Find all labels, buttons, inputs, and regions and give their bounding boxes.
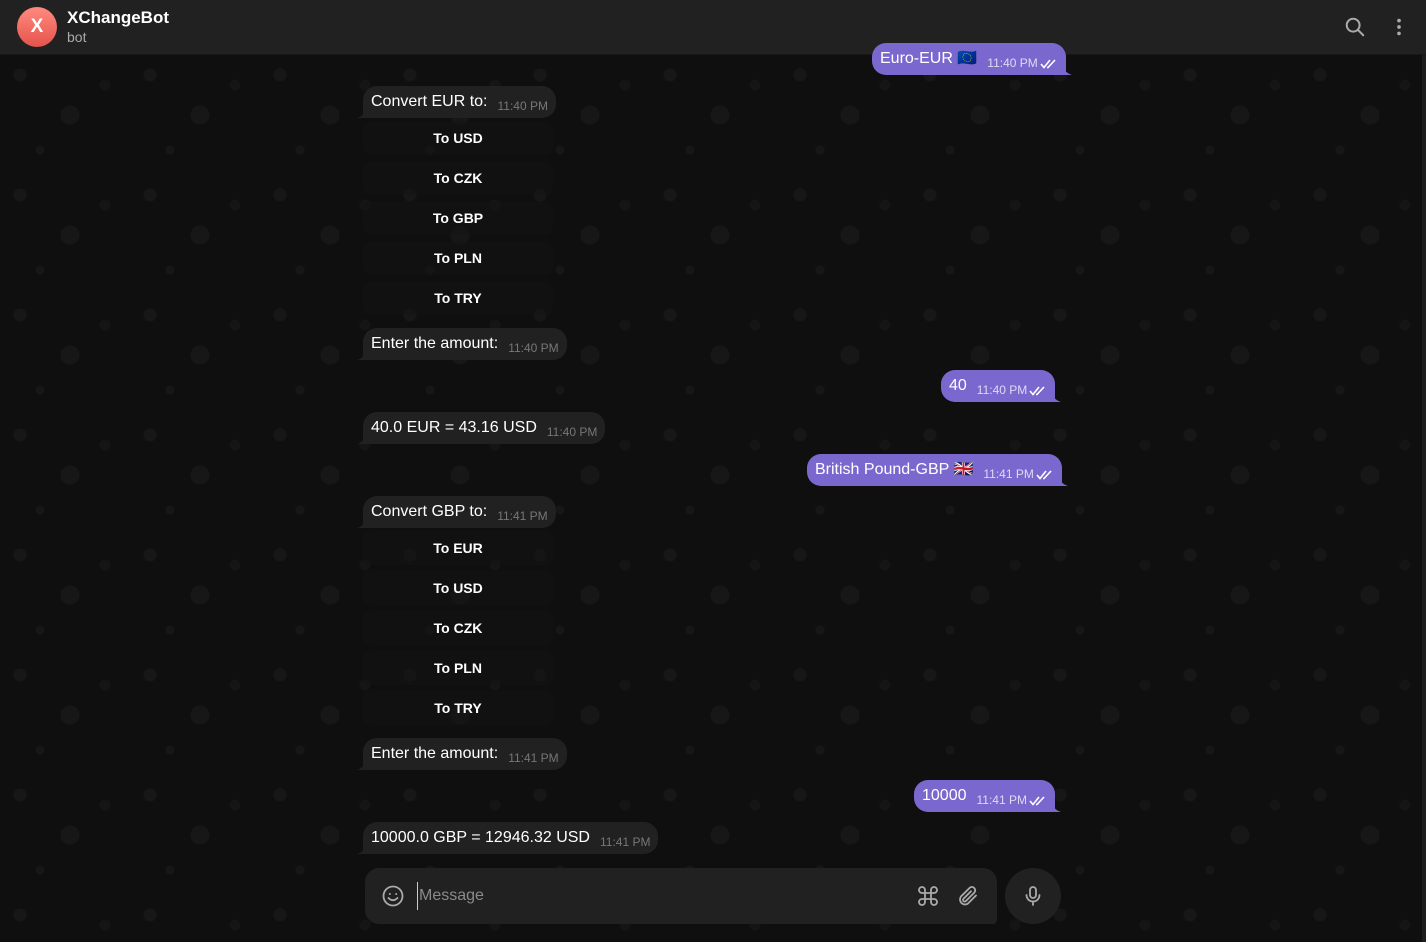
message-outgoing[interactable]: 40 11:40 PM [941,370,1062,402]
message-outgoing[interactable]: 10000 11:41 PM [914,780,1061,812]
microphone-button[interactable] [1005,868,1061,924]
chat-title[interactable]: XChangeBot [67,8,169,28]
keyboard-button[interactable]: To EUR [363,531,553,565]
more-vertical-icon[interactable] [1386,14,1412,40]
keyboard-button[interactable]: To TRY [363,691,553,725]
bubble-tail [1050,802,1061,812]
read-checks-icon [1040,59,1056,69]
keyboard-button[interactable]: To GBP [363,201,553,235]
chat-header: X XChangeBot bot [0,0,1426,55]
keyboard-button[interactable]: To USD [363,121,553,155]
bubble-tail [1061,65,1072,75]
message-incoming[interactable]: Convert EUR to: 11:40 PM [357,86,556,118]
keyboard-button[interactable]: To CZK [363,611,553,645]
keyboard-button[interactable]: To PLN [363,651,553,685]
message-time: 11:41 PM [497,509,548,523]
message-text: 10000 [922,787,967,804]
command-icon[interactable] [914,882,942,910]
attach-icon[interactable] [954,882,982,910]
message-text: Enter the amount: [371,335,499,352]
bubble-tail [1057,476,1068,486]
keyboard-button[interactable]: To PLN [363,241,553,275]
avatar[interactable]: X [17,7,57,47]
message-time: 11:41 PM [599,835,651,849]
keyboard-button[interactable]: To TRY [363,281,553,315]
message-time: 11:40 PM [987,47,1057,79]
message-text: British Pound-GBP 🇬🇧 [815,461,974,478]
message-text: Convert GBP to: [371,503,488,520]
message-time: 11:40 PM [546,425,598,439]
bubble-tail [1051,392,1062,402]
message-outgoing[interactable]: Euro-EUR 🇪🇺 11:40 PM [872,43,1072,75]
message-text: Enter the amount: [371,745,499,762]
message-time: 11:41 PM [977,784,1047,816]
bubble-tail [357,760,367,770]
message-time: 11:40 PM [508,341,559,355]
message-text: 10000.0 GBP = 12946.32 USD [371,829,590,846]
message-incoming[interactable]: Enter the amount: 11:40 PM [357,328,567,360]
message-incoming[interactable]: Enter the amount: 11:41 PM [357,738,567,770]
message-time: 11:40 PM [497,99,548,113]
search-icon[interactable] [1342,14,1368,40]
bubble-tail [357,108,367,118]
message-time: 11:41 PM [508,751,559,765]
keyboard-button[interactable]: To CZK [363,161,553,195]
message-time: 11:41 PM [983,458,1053,490]
read-checks-icon [1036,470,1052,480]
chat-background [0,55,1426,942]
message-composer [365,868,997,924]
read-checks-icon [1029,386,1045,396]
message-incoming[interactable]: 40.0 EUR = 43.16 USD 11:40 PM [357,412,606,444]
message-text: Convert EUR to: [371,93,488,110]
keyboard-button[interactable]: To USD [363,571,553,605]
read-checks-icon [1029,796,1045,806]
message-text: 40.0 EUR = 43.16 USD [371,419,537,436]
bubble-tail [357,844,367,854]
bubble-tail [357,434,367,444]
microphone-icon [1025,886,1041,906]
chat-status: bot [67,29,87,45]
message-outgoing[interactable]: British Pound-GBP 🇬🇧 11:41 PM [807,454,1068,486]
bubble-tail [357,518,367,528]
scrollbar[interactable] [1422,55,1426,942]
message-text: 40 [949,377,967,394]
message-text: Euro-EUR 🇪🇺 [880,50,978,67]
message-input[interactable] [417,882,887,910]
emoji-icon[interactable] [379,882,407,910]
message-incoming[interactable]: Convert GBP to: 11:41 PM [357,496,556,528]
message-incoming[interactable]: 10000.0 GBP = 12946.32 USD 11:41 PM [357,822,659,854]
bubble-tail [357,350,367,360]
message-time: 11:40 PM [977,374,1047,406]
